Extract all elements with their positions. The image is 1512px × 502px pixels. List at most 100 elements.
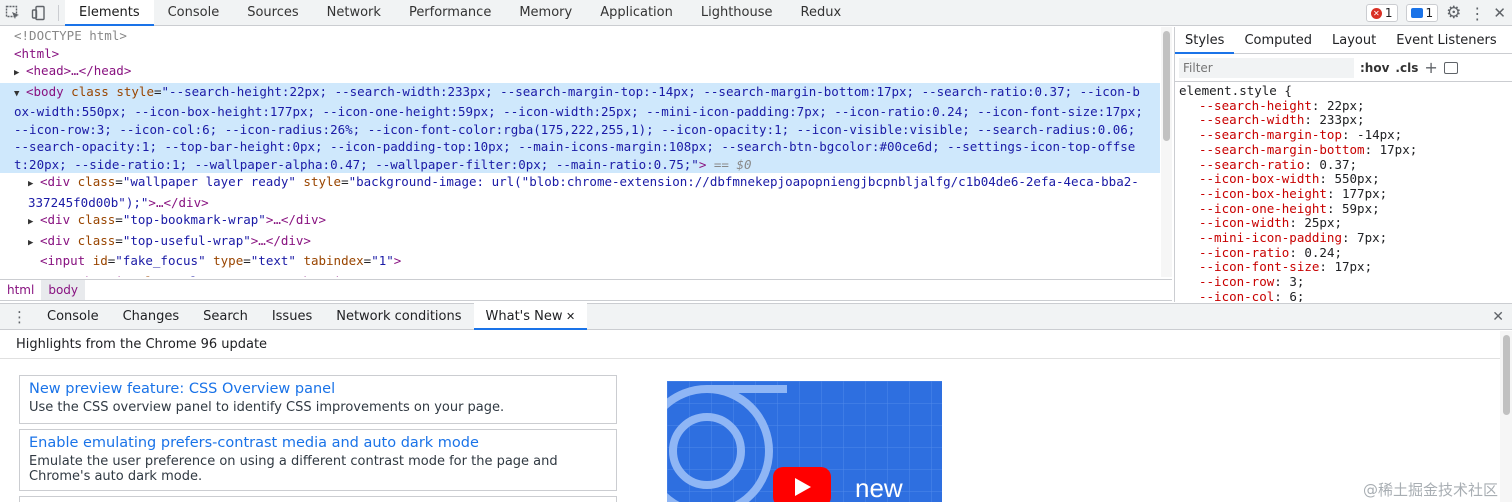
dom-node[interactable]: ▶ <div class="top-useful-wrap">…</div> [0, 232, 1160, 253]
rule-selector[interactable]: element.style { [1179, 83, 1512, 99]
dom-node-continuation: 337245f0d00b");">…</div> [28, 194, 209, 210]
css-property[interactable]: --mini-icon-padding: 7px; [1179, 230, 1512, 246]
cls-button[interactable]: .cls [1395, 61, 1418, 75]
close-icon[interactable]: ✕ [1493, 4, 1506, 22]
add-rule-icon[interactable]: + [1424, 58, 1437, 77]
drawer-tab-changes[interactable]: Changes [111, 303, 192, 330]
drawer-tab-console[interactable]: Console [35, 303, 111, 330]
error-badge[interactable]: ✕ 1 [1365, 4, 1398, 22]
breadcrumb-html[interactable]: html [0, 280, 41, 300]
css-property[interactable]: --search-margin-top: -14px; [1179, 127, 1512, 143]
toggle-sidebar-icon[interactable] [1443, 61, 1458, 74]
device-toolbar-icon[interactable] [26, 0, 52, 26]
head-node[interactable]: ▶ <head>…</head> [0, 62, 1160, 83]
expand-triangle-icon[interactable]: ▶ [28, 235, 40, 253]
promo-text: new [855, 473, 903, 502]
message-count: 1 [1425, 6, 1434, 20]
expand-triangle-icon[interactable]: ▶ [28, 176, 40, 194]
feature-card[interactable]: New preview feature: CSS Overview panel … [19, 375, 617, 424]
feature-card[interactable] [19, 496, 617, 502]
drawer-tabs: Console Changes Search Issues Network condit… [35, 303, 588, 330]
close-drawer-icon[interactable]: ✕ [1492, 309, 1504, 325]
tab-sources[interactable]: Sources [233, 0, 312, 26]
message-icon [1410, 8, 1423, 18]
html-node[interactable]: <html> [0, 45, 1160, 63]
drawer-tab-issues[interactable]: Issues [260, 303, 324, 330]
tab-redux[interactable]: Redux [787, 0, 856, 26]
css-property[interactable]: --search-margin-bottom: 17px; [1179, 142, 1512, 158]
feature-card[interactable]: Enable emulating prefers-contrast media … [19, 429, 617, 491]
tab-performance[interactable]: Performance [395, 0, 505, 26]
tab-event-listeners[interactable]: Event Listeners [1386, 27, 1506, 54]
close-tab-icon[interactable]: ✕ [563, 310, 575, 323]
hov-button[interactable]: :hov [1360, 61, 1389, 75]
drawer-tab-what-s-new[interactable]: What's New ✕ [473, 303, 588, 330]
whats-new-heading: Highlights from the Chrome 96 update [0, 331, 1500, 359]
youtube-play-icon[interactable] [773, 467, 831, 502]
css-property[interactable]: --icon-width: 25px; [1179, 215, 1512, 231]
tab-elements[interactable]: Elements [65, 0, 154, 26]
css-property[interactable]: --icon-one-height: 59px; [1179, 201, 1512, 217]
tab-layout[interactable]: Layout [1322, 27, 1386, 54]
doctype-node[interactable]: <!DOCTYPE html> [0, 27, 1160, 45]
drawer-tab-network-conditions[interactable]: Network conditions [324, 303, 473, 330]
tab-styles[interactable]: Styles [1175, 27, 1235, 54]
toolbar-divider [58, 4, 59, 21]
tab-network[interactable]: Network [313, 0, 395, 26]
filter-input[interactable] [1179, 57, 1354, 78]
scrollbar-thumb[interactable] [1163, 31, 1170, 141]
styles-tabs: Styles Computed Layout Event Listeners » [1175, 27, 1512, 54]
error-count: 1 [1384, 6, 1393, 20]
dom-node[interactable]: ▶<newtab-main class="layer">…</newtab-ma… [0, 273, 1160, 278]
tab-computed[interactable]: Computed [1234, 27, 1322, 54]
dom-node[interactable]: ▶ <div class="wallpaper layer ready" styl… [0, 173, 1160, 194]
css-property[interactable]: --icon-ratio: 0.24; [1179, 245, 1512, 261]
breadcrumb-body[interactable]: body [41, 280, 86, 300]
css-property[interactable]: --icon-col: 6; [1179, 289, 1512, 302]
tab-lighthouse[interactable]: Lighthouse [687, 0, 787, 26]
expand-triangle-icon[interactable]: ▶ [28, 276, 40, 278]
feature-card-desc: Use the CSS overview panel to identify C… [29, 400, 505, 415]
drawer-menu-icon[interactable]: ⋮ [0, 308, 35, 326]
feature-card-title[interactable]: Enable emulating prefers-contrast media … [29, 434, 607, 452]
rule-properties: --search-height: 22px; --search-width: 23… [1179, 98, 1512, 302]
inspect-element-icon[interactable] [0, 0, 26, 26]
feature-card-desc: Emulate the user preference on using a d… [29, 454, 558, 484]
dom-node[interactable]: <input id="fake_focus" type="text" tabin… [0, 252, 1160, 273]
drawer-scrollbar[interactable] [1500, 331, 1512, 502]
styles-pane: Styles Computed Layout Event Listeners »… [1174, 27, 1512, 302]
toolbar-right: ✕ 1 1 ⚙ ⋮ ✕ [1365, 0, 1512, 26]
expand-triangle-icon[interactable]: ▶ [28, 214, 40, 232]
css-property[interactable]: --icon-row: 3; [1179, 274, 1512, 290]
css-property[interactable]: --search-height: 22px; [1179, 98, 1512, 114]
watermark: @稀土掘金技术社区 [1362, 481, 1498, 499]
gear-icon[interactable]: ⚙ [1446, 3, 1461, 23]
main-tabs: Elements Console Sources Network Performance… [65, 0, 855, 26]
breadcrumb: html body [0, 279, 1172, 301]
scrollbar-thumb[interactable] [1503, 335, 1510, 415]
more-options-icon[interactable]: ⋮ [1469, 4, 1485, 23]
error-icon: ✕ [1370, 7, 1382, 19]
feature-card-title[interactable]: New preview feature: CSS Overview panel [29, 380, 607, 398]
more-tabs-icon[interactable]: » [1507, 27, 1512, 54]
video-thumbnail[interactable]: new [667, 381, 942, 502]
tab-console[interactable]: Console [154, 0, 234, 26]
tab-application[interactable]: Application [586, 0, 687, 26]
css-property[interactable]: --icon-box-height: 177px; [1179, 186, 1512, 202]
message-badge[interactable]: 1 [1405, 4, 1439, 22]
css-property[interactable]: --search-ratio: 0.37; [1179, 157, 1512, 173]
elements-scrollbar[interactable] [1161, 27, 1172, 277]
tab-memory[interactable]: Memory [505, 0, 586, 26]
body-node[interactable]: ▼ <body class style="--search-height:22px… [0, 82, 1160, 173]
no-triangle [28, 255, 40, 273]
styles-rules: element.style { --search-height: 22px; --… [1175, 82, 1512, 302]
elements-tree: <!DOCTYPE html> <html> ▶ <head>…</head> ▼… [0, 27, 1160, 277]
dom-node[interactable]: ▶ <div class="top-bookmark-wrap">…</div> [0, 211, 1160, 232]
css-property[interactable]: --search-width: 233px; [1179, 113, 1512, 128]
drawer-tab-search[interactable]: Search [191, 303, 260, 330]
css-property[interactable]: --icon-font-size: 17px; [1179, 260, 1512, 275]
devtools-toolbar: Elements Console Sources Network Performance… [0, 0, 1512, 26]
css-property[interactable]: --icon-box-width: 550px; [1179, 171, 1512, 187]
expand-triangle-icon[interactable]: ▶ [14, 65, 26, 83]
collapse-triangle-icon[interactable]: ▼ [14, 86, 26, 104]
